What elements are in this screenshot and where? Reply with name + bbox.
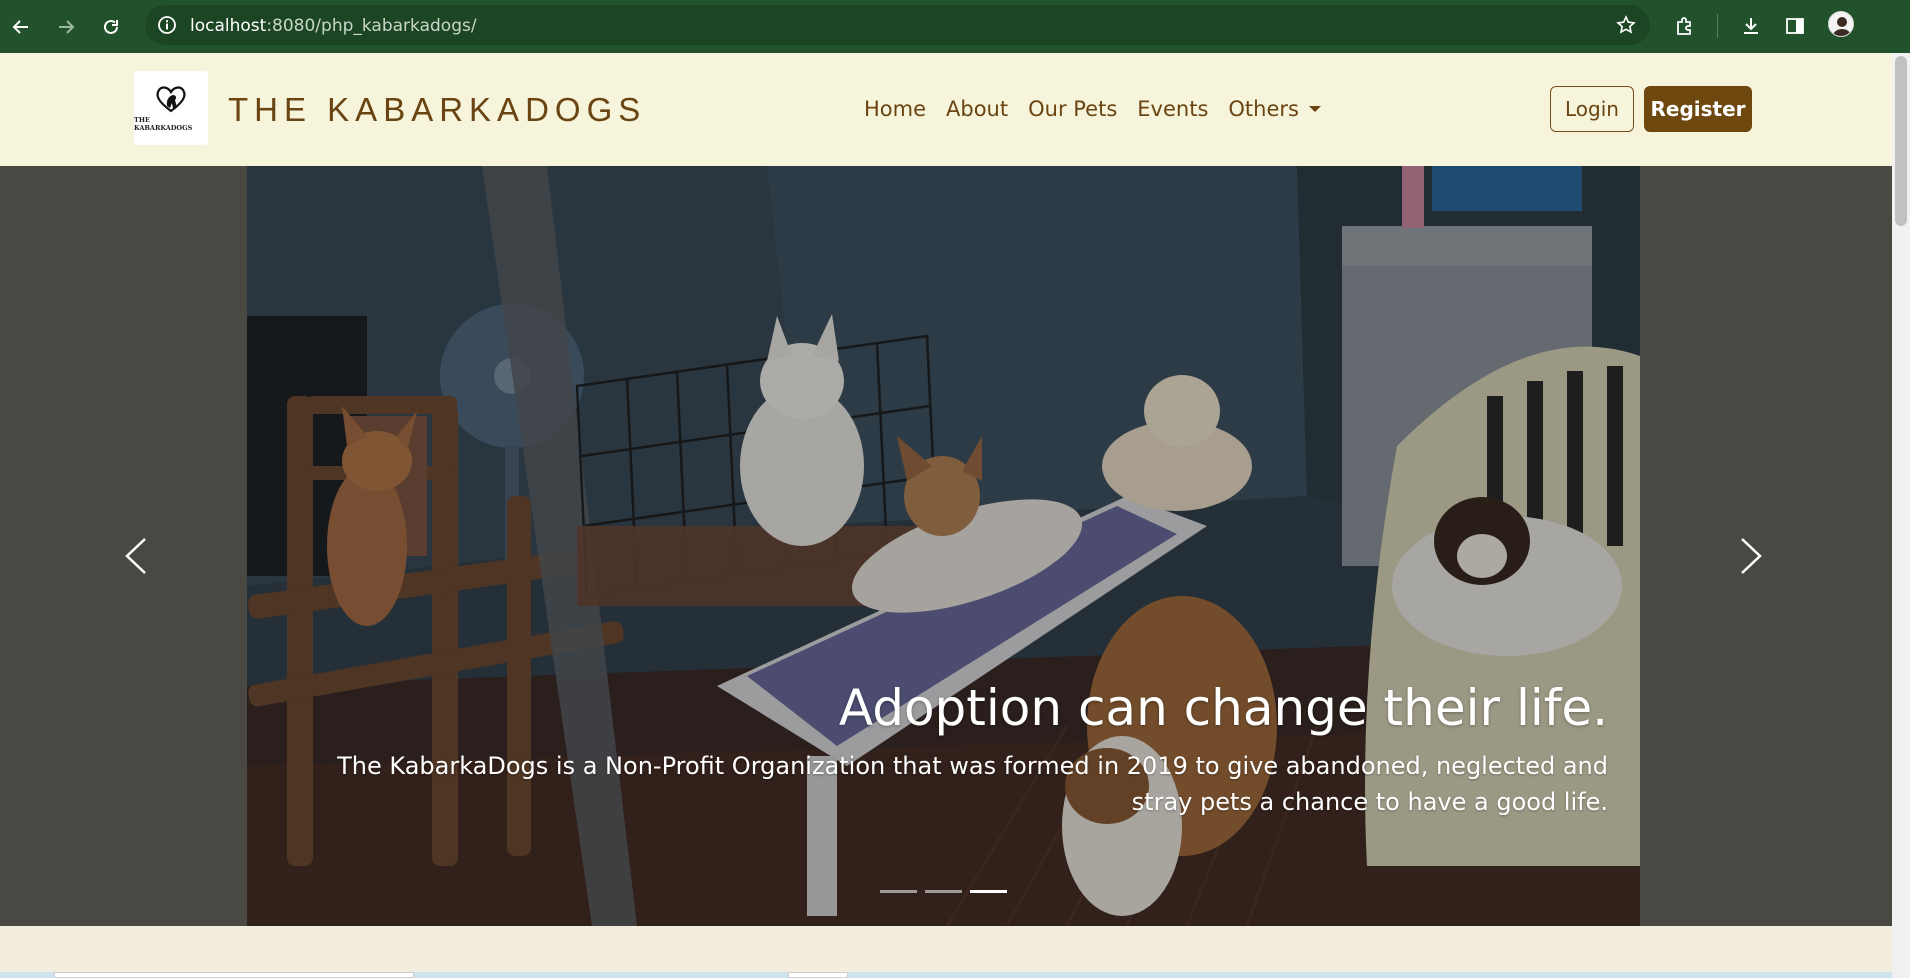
bottom-strip-segment — [788, 972, 848, 978]
main-menu: Home About Our Pets Events Others — [854, 97, 1331, 121]
carousel-prev-button[interactable] — [116, 526, 156, 586]
menu-item-about[interactable]: About — [936, 97, 1018, 121]
reload-button[interactable] — [96, 12, 126, 42]
profile-avatar[interactable] — [1828, 11, 1854, 37]
carousel-indicator-3[interactable] — [970, 890, 1007, 893]
scrollbar-thumb[interactable] — [1895, 56, 1907, 226]
brand-name[interactable]: THE KABARKADOGS — [228, 91, 646, 129]
carousel-caption-title: Adoption can change their life. — [838, 679, 1608, 737]
dog-heart-logo-icon — [156, 86, 186, 113]
carousel-indicator-1[interactable] — [880, 890, 917, 893]
menu-item-label: Home — [864, 97, 927, 121]
bottom-strip-segment — [54, 972, 414, 978]
arrow-left-icon — [12, 20, 28, 34]
carousel-caption-text: The KabarkaDogs is a Non-Profit Organiza… — [337, 752, 1608, 816]
sidepanel-icon — [1786, 18, 1804, 34]
reload-icon — [104, 19, 118, 34]
download-icon — [1744, 18, 1758, 34]
url-text[interactable]: localhost:8080/php_kabarkadogs/ — [190, 16, 477, 36]
register-button[interactable]: Register — [1644, 86, 1752, 132]
forward-button[interactable] — [51, 12, 81, 42]
bottom-strip — [0, 972, 1892, 978]
info-icon[interactable] — [157, 15, 177, 35]
menu-item-label: About — [946, 97, 1009, 121]
menu-item-others-dropdown[interactable]: Others — [1218, 97, 1331, 121]
star-icon[interactable] — [1616, 15, 1636, 35]
chevron-right-icon — [1741, 538, 1762, 574]
url-host: localhost — [190, 16, 267, 36]
side-panel-button[interactable] — [1781, 12, 1809, 40]
carousel-indicators — [880, 890, 1007, 893]
downloads-button[interactable] — [1737, 12, 1765, 40]
menu-item-label: Events — [1137, 97, 1209, 121]
menu-item-label: Our Pets — [1028, 97, 1118, 121]
browser-toolbar: localhost:8080/php_kabarkadogs/ — [0, 0, 1910, 53]
login-button[interactable]: Login — [1550, 86, 1634, 132]
menu-item-home[interactable]: Home — [854, 97, 936, 121]
puzzle-icon — [1677, 17, 1691, 35]
site-navbar: THE KABARKADOGS THE KABARKADOGS Home Abo… — [0, 53, 1892, 166]
carousel-next-button[interactable] — [1731, 526, 1771, 586]
carousel-indicator-2[interactable] — [925, 890, 962, 893]
logo-caption: THE KABARKADOGS — [134, 116, 193, 132]
address-bar[interactable]: localhost:8080/php_kabarkadogs/ — [145, 5, 1650, 45]
carousel-slide-image: Adoption can change their life. The Kaba… — [247, 166, 1640, 926]
extensions-button[interactable] — [1671, 12, 1699, 40]
back-button[interactable] — [6, 12, 36, 42]
chevron-left-icon — [125, 538, 146, 574]
avatar-icon — [1832, 17, 1852, 36]
menu-item-events[interactable]: Events — [1127, 97, 1218, 121]
site-logo[interactable]: THE KABARKADOGS — [134, 71, 208, 145]
next-section — [0, 926, 1892, 978]
toolbar-divider — [1717, 14, 1718, 38]
caret-down-icon — [1308, 106, 1321, 112]
arrow-right-icon — [59, 20, 75, 34]
url-path: :8080/php_kabarkadogs/ — [266, 16, 477, 36]
menu-item-our-pets[interactable]: Our Pets — [1018, 97, 1127, 121]
menu-item-label: Others — [1228, 97, 1299, 121]
hero-carousel: Adoption can change their life. The Kaba… — [0, 166, 1892, 926]
